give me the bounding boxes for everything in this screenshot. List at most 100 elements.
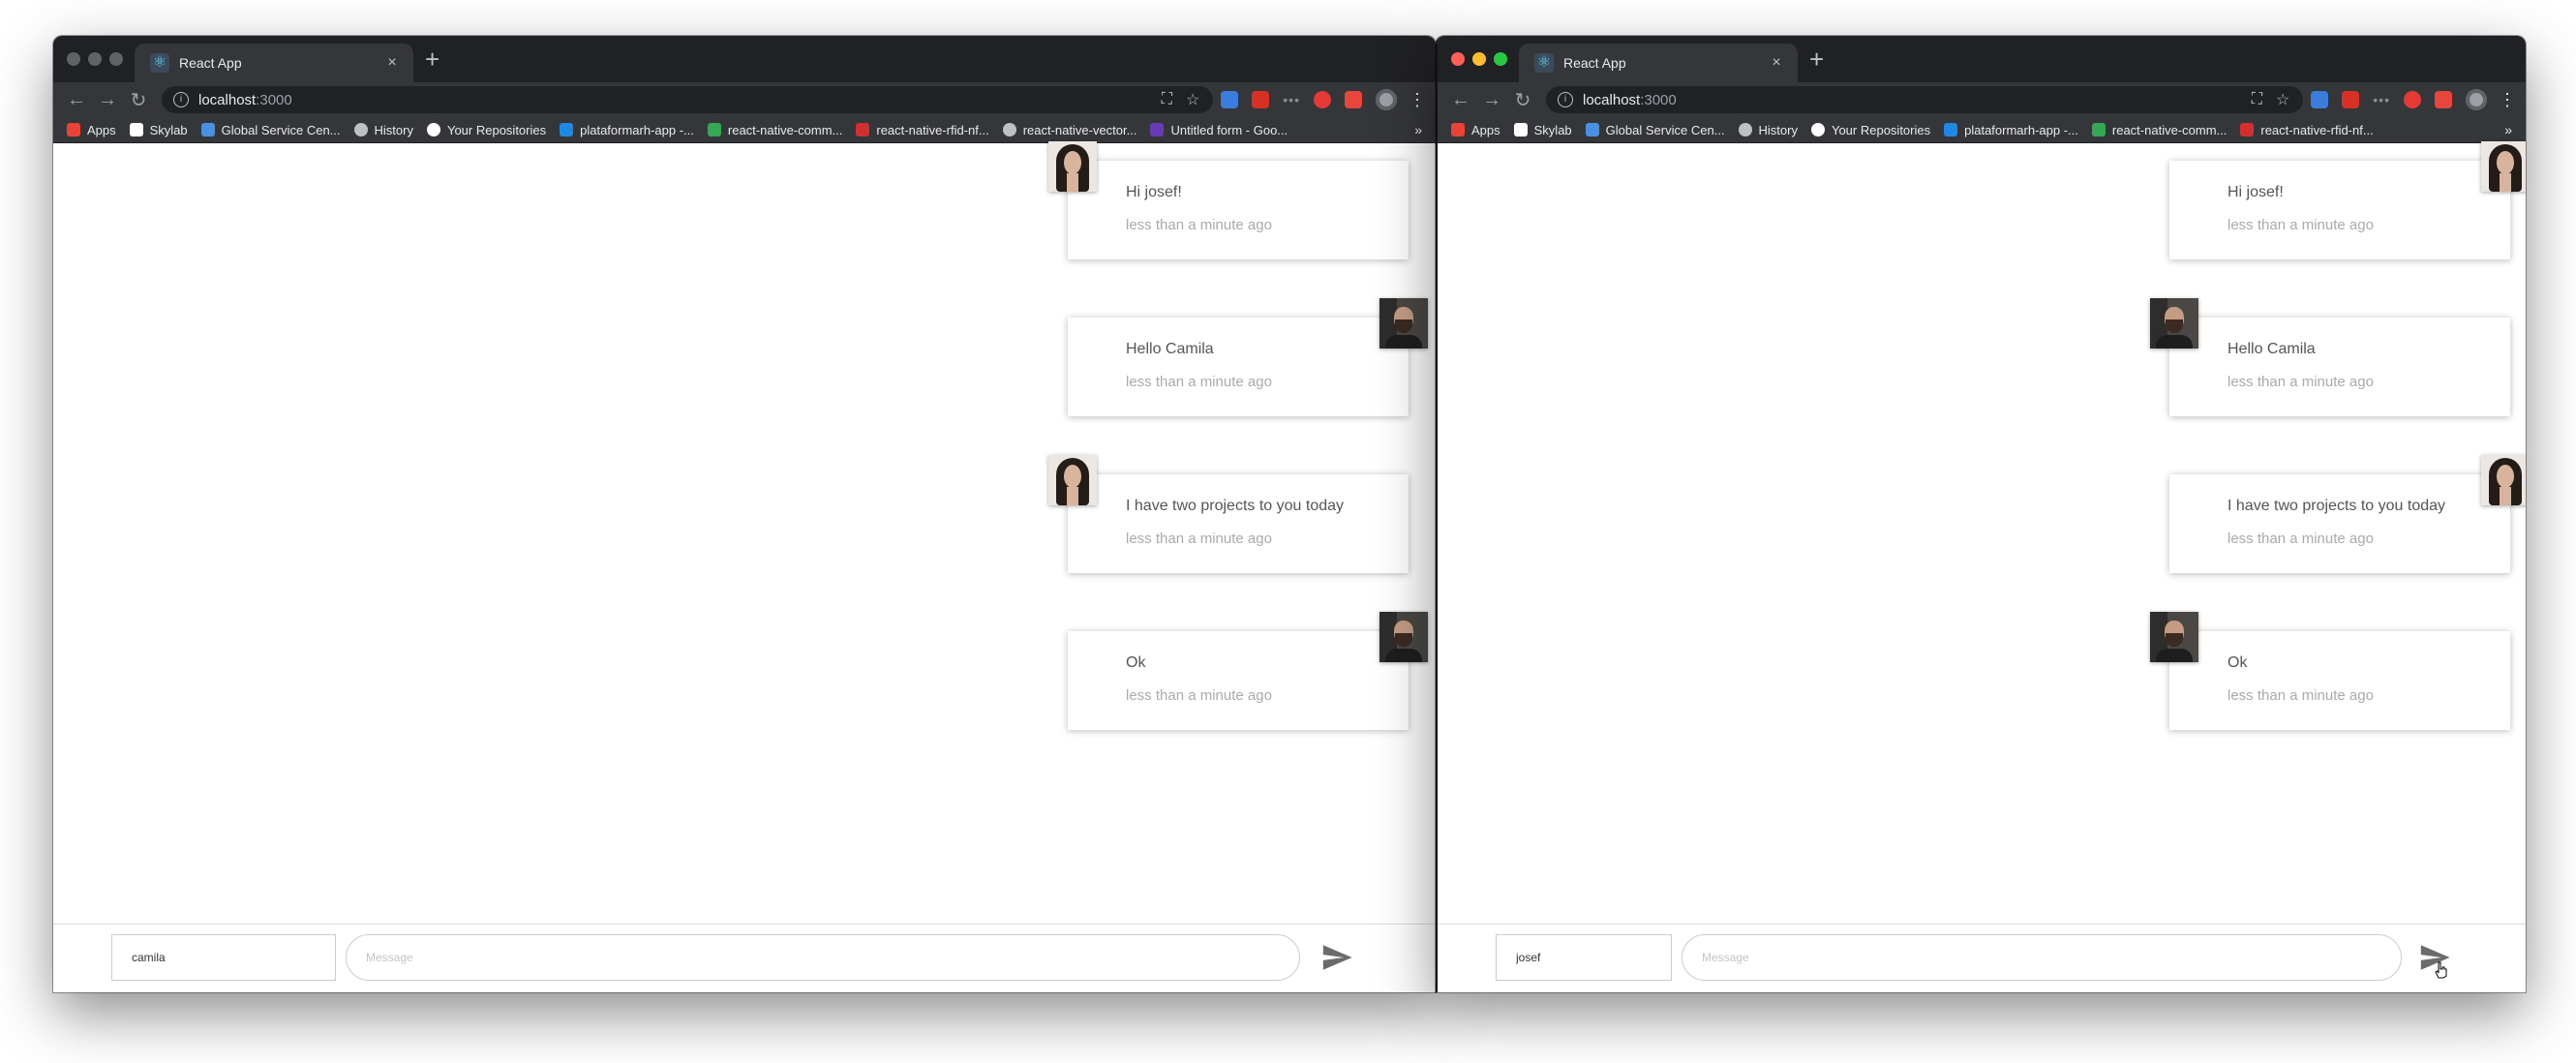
close-icon[interactable]: ×: [380, 54, 404, 72]
message-card: Hi josef! less than a minute ago: [2169, 161, 2510, 259]
send-icon[interactable]: [1319, 941, 1354, 974]
bookmark-favicon-icon: [426, 123, 440, 137]
zoom-window-button[interactable]: [109, 52, 123, 66]
bookmark-item[interactable]: History: [1738, 123, 1798, 137]
bookmark-label: react-native-rfid-nf...: [2260, 122, 2374, 137]
username-input[interactable]: [111, 934, 336, 981]
bookmark-label: react-native-rfid-nf...: [876, 122, 989, 137]
username-input[interactable]: [1496, 934, 1672, 981]
bookmark-item[interactable]: react-native-rfid-nf...: [2240, 122, 2374, 137]
avatar: [2150, 298, 2198, 349]
browser-toolbar: ← → ↻ i localhost:3000 ⛶ ☆ ••• ⋮: [53, 82, 1436, 117]
extension-icon[interactable]: [2311, 91, 2329, 108]
message-timestamp: less than a minute ago: [1126, 687, 1272, 704]
tab-react-app[interactable]: ⚛ React App ×: [1519, 44, 1798, 82]
back-arrow-icon[interactable]: ←: [61, 89, 92, 111]
tab-strip: ⚛ React App × +: [1438, 36, 2526, 82]
extension-icon[interactable]: •••: [2373, 92, 2390, 107]
bookmark-item[interactable]: plataformarh-app -...: [560, 123, 694, 137]
close-window-button[interactable]: [1451, 52, 1465, 66]
bookmark-favicon-icon: [129, 123, 143, 137]
profile-avatar[interactable]: [1376, 89, 1397, 110]
bookmark-item[interactable]: react-native-vector...: [1002, 123, 1136, 137]
bookmark-label: Apps: [1471, 122, 1500, 137]
bookmark-item[interactable]: Untitled form - Goo...: [1150, 123, 1288, 137]
address-bar[interactable]: i localhost:3000 ⛶ ☆: [162, 86, 1214, 113]
bookmarks-more-icon[interactable]: »: [1414, 122, 1422, 137]
forward-arrow-icon[interactable]: →: [92, 89, 123, 111]
bookmark-label: Your Repositories: [1831, 122, 1931, 137]
bookmark-label: Apps: [87, 122, 116, 137]
address-bar[interactable]: i localhost:3000 ⛶ ☆: [1546, 86, 2304, 113]
message-input[interactable]: [346, 934, 1300, 981]
bookmark-label: Untitled form - Goo...: [1170, 122, 1288, 137]
menu-icon[interactable]: ⋮: [2499, 90, 2516, 110]
message-text: Ok: [1126, 654, 1146, 671]
bookmark-item[interactable]: Your Repositories: [426, 123, 546, 137]
bookmark-item[interactable]: Apps: [67, 123, 116, 137]
bookmark-favicon-icon: [707, 123, 721, 137]
bookmark-item[interactable]: Skylab: [129, 122, 188, 137]
extension-icon[interactable]: [2435, 91, 2452, 108]
bookmark-item[interactable]: plataformarh-app -...: [1944, 123, 2078, 137]
bookmark-label: Global Service Cen...: [1605, 122, 1725, 137]
browser-toolbar: ← → ↻ i localhost:3000 ⛶ ☆ ••• ⋮: [1438, 82, 2526, 117]
bookmarks-more-icon[interactable]: »: [2504, 122, 2512, 137]
menu-icon[interactable]: ⋮: [1409, 90, 1426, 110]
star-icon[interactable]: ☆: [2276, 90, 2289, 109]
url-port: :3000: [1640, 91, 1677, 108]
message-card: Hi josef! less than a minute ago: [1068, 161, 1409, 259]
star-icon[interactable]: ☆: [1186, 90, 1199, 109]
tab-react-app[interactable]: ⚛ React App ×: [135, 44, 413, 82]
extension-icon[interactable]: [2342, 91, 2360, 108]
bookmark-favicon-icon: [2091, 123, 2106, 137]
info-icon[interactable]: i: [1558, 92, 1573, 107]
translate-icon[interactable]: ⛶: [2252, 91, 2262, 108]
tab-strip: ⚛ React App × +: [53, 36, 1436, 82]
reload-icon[interactable]: ↻: [1507, 88, 1538, 112]
bookmark-item[interactable]: Global Service Cen...: [1585, 122, 1725, 137]
new-tab-button[interactable]: +: [1809, 46, 1824, 73]
close-window-button[interactable]: [67, 52, 80, 66]
profile-avatar[interactable]: [2466, 89, 2487, 110]
avatar: [2481, 141, 2526, 192]
bookmark-item[interactable]: Apps: [1451, 123, 1500, 137]
bookmark-item[interactable]: History: [353, 123, 413, 137]
browser-window-left: ⚛ React App × + ← → ↻ i localhost:3000 ⛶…: [53, 36, 1436, 992]
bookmark-label: Global Service Cen...: [221, 122, 341, 137]
message-text: Hello Camila: [2227, 341, 2316, 357]
extension-icon[interactable]: [1345, 91, 1362, 108]
bookmark-label: Skylab: [149, 122, 188, 137]
bookmark-item[interactable]: react-native-comm...: [2091, 123, 2227, 137]
reload-icon[interactable]: ↻: [123, 88, 154, 112]
back-arrow-icon[interactable]: ←: [1445, 89, 1476, 111]
message-card: Hello Camila less than a minute ago: [2169, 318, 2510, 416]
bookmark-item[interactable]: Global Service Cen...: [200, 122, 341, 137]
bookmark-favicon-icon: [1585, 123, 1599, 137]
new-tab-button[interactable]: +: [425, 46, 439, 73]
bookmark-favicon-icon: [67, 123, 80, 137]
translate-icon[interactable]: ⛶: [1162, 91, 1172, 108]
avatar: [1379, 612, 1428, 662]
extension-icon[interactable]: •••: [1283, 92, 1300, 107]
bookmark-item[interactable]: Skylab: [1513, 123, 1572, 137]
bookmark-item[interactable]: react-native-rfid-nf...: [856, 122, 989, 137]
extension-icon[interactable]: [1221, 91, 1239, 108]
chat-area: Hi josef!less than a minute agoHello Cam…: [53, 141, 1436, 992]
extension-icon[interactable]: [1252, 91, 1270, 108]
opera-extension-icon[interactable]: [1314, 91, 1331, 108]
forward-arrow-icon[interactable]: →: [1476, 89, 1507, 111]
minimize-window-button[interactable]: [1472, 52, 1486, 66]
opera-extension-icon[interactable]: [2404, 91, 2421, 108]
close-icon[interactable]: ×: [1765, 54, 1788, 72]
bookmark-item[interactable]: react-native-comm...: [707, 122, 843, 137]
bookmark-favicon-icon: [1002, 123, 1016, 137]
zoom-window-button[interactable]: [1494, 52, 1507, 66]
bookmark-favicon-icon: [1738, 123, 1752, 137]
message-timestamp: less than a minute ago: [2227, 374, 2374, 390]
bookmark-item[interactable]: Your Repositories: [1810, 122, 1931, 137]
info-icon[interactable]: i: [173, 92, 189, 107]
minimize-window-button[interactable]: [88, 52, 102, 66]
bookmark-label: react-native-comm...: [727, 122, 843, 137]
message-input[interactable]: [1682, 934, 2402, 981]
